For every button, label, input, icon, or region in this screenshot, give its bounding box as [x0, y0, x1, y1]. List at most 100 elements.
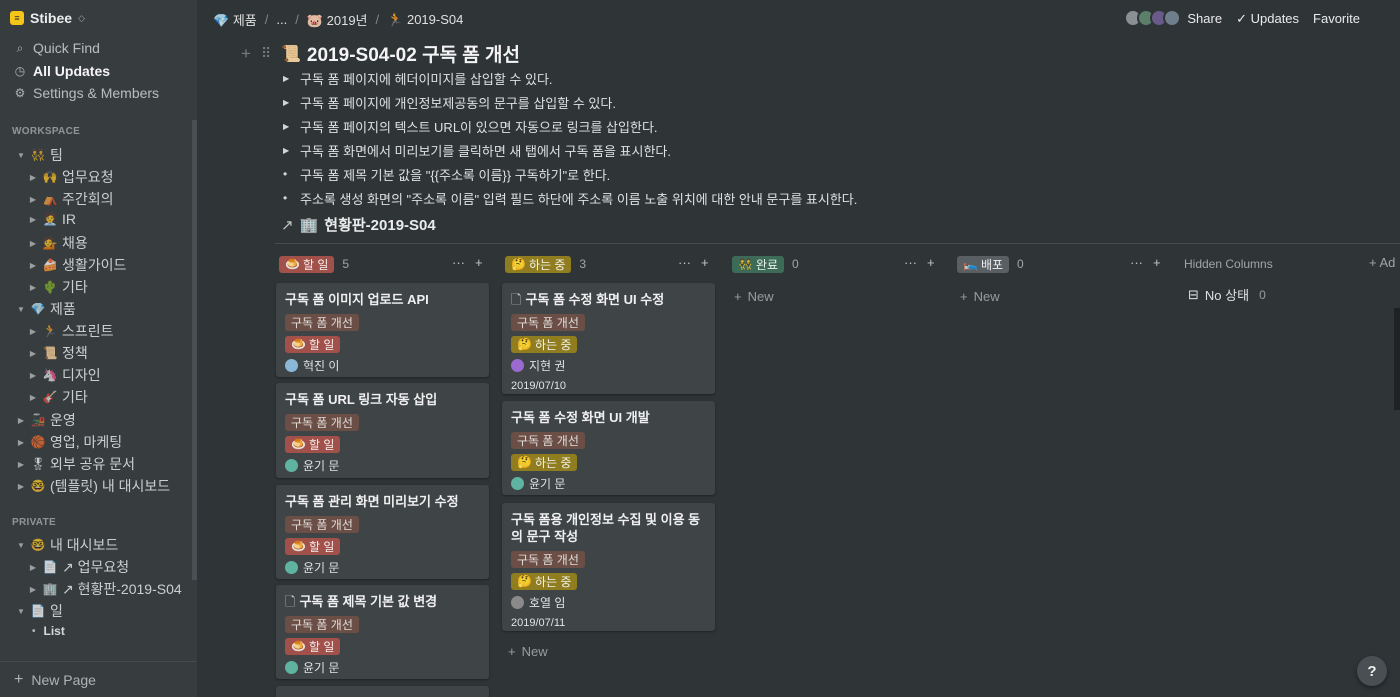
toggle-open-icon[interactable]: ▼ [16, 607, 26, 616]
toggle-closed-icon[interactable]: ▶ [28, 239, 38, 248]
sidebar-item-request[interactable]: ▶ 🙌 업무요청 [28, 167, 114, 187]
column-header-done[interactable]: 👯 완료 0 [732, 255, 799, 273]
sidebar-item-sprint[interactable]: ▶ 🏃 스프린트 [28, 321, 114, 341]
plus-icon[interactable]: + [927, 255, 935, 270]
toggle-block[interactable]: ▶ 구독 폼 페이지에 헤더이미지를 삽입할 수 있다. [283, 66, 857, 90]
all-updates-link[interactable]: ◷ All Updates [14, 63, 110, 79]
drag-handle-icon[interactable]: ⠿ [261, 45, 275, 62]
page-title[interactable]: 2019-S04-02 구독 폼 개선 [307, 40, 520, 67]
breadcrumb-item-2019[interactable]: 🐷 2019년 [307, 10, 368, 29]
more-icon[interactable]: ··· [1130, 255, 1143, 270]
sidebar-item-sales-marketing[interactable]: ▶ 🏀 영업, 마케팅 [16, 432, 122, 452]
sidebar-item-my-dashboard[interactable]: ▼ 🤓 내 대시보드 [16, 535, 118, 555]
toggle-block[interactable]: ▶ 구독 폼 화면에서 미리보기를 클릭하면 새 탭에서 구독 폼을 표시한다. [283, 138, 857, 162]
sidebar-item-template-dashboard[interactable]: ▶ 🤓 (템플릿) 내 대시보드 [16, 476, 170, 496]
sidebar-item-operations[interactable]: ▶ 🚂 운영 [16, 410, 76, 430]
help-button[interactable]: ? [1357, 656, 1387, 686]
new-card-button-deploy[interactable]: + New [960, 289, 1000, 304]
toggle-closed-icon[interactable]: ▶ [28, 349, 38, 358]
avatar [285, 560, 298, 574]
board-card[interactable]: 구독 폼용 개인정보 수집 및 이용 동의 문구 작성 구독 폼 개선 🤔 하는 … [502, 503, 715, 631]
toggle-closed-icon[interactable]: ▶ [16, 438, 26, 447]
toggle-closed-icon[interactable]: ▶ [28, 173, 38, 182]
sidebar-item-design[interactable]: ▶ 🦄 디자인 [28, 365, 101, 385]
page-icon[interactable]: 📜 [281, 44, 301, 64]
sidebar-item-policy[interactable]: ▶ 📜 정책 [28, 343, 88, 363]
new-label: New [521, 644, 548, 659]
sidebar-item-my-request[interactable]: ▶ 📄 ↗ 업무요청 [28, 557, 129, 577]
toggle-closed-icon[interactable]: ▶ [28, 215, 38, 224]
toggle-closed-icon[interactable]: ▶ [16, 482, 26, 491]
toggle-closed-icon[interactable]: ▶ [28, 585, 38, 594]
sidebar-item-weekly[interactable]: ▶ ⛺ 주간회의 [28, 189, 114, 209]
sidebar-item-list[interactable]: • List [32, 624, 65, 638]
new-card-button-done[interactable]: + New [734, 289, 774, 304]
more-icon[interactable]: ··· [678, 255, 691, 270]
bullet-block[interactable]: • 주소록 생성 화면의 "주소록 이름" 입력 필드 하단에 주소록 이름 노출… [283, 186, 857, 210]
hidden-column-no-status[interactable]: ⊟ No 상태 0 [1188, 285, 1266, 304]
sidebar-item-external-docs[interactable]: ▶ 🎖 외부 공유 문서 [16, 454, 135, 474]
sidebar-item-team[interactable]: ▼ 👯 팀 [16, 145, 63, 165]
board-card[interactable]: 구독 폼 관리 화면 미리보기 수정 구독 폼 개선 🍮 할 일 윤기 문 [276, 485, 489, 579]
plus-icon[interactable]: + [475, 255, 483, 270]
quick-find-link[interactable]: ⌕ Quick Find [14, 40, 100, 56]
toggle-triangle-icon[interactable]: ▶ [283, 146, 300, 155]
toggle-closed-icon[interactable]: ▶ [28, 563, 38, 572]
sidebar-item-hiring[interactable]: ▶ 💁 채용 [28, 233, 88, 253]
toggle-closed-icon[interactable]: ▶ [16, 416, 26, 425]
plus-icon[interactable]: + [701, 255, 709, 270]
bullet-block[interactable]: • 구독 폼 제목 기본 값을 "{{주소록 이름}} 구독하기"로 한다. [283, 162, 857, 186]
toggle-closed-icon[interactable]: ▶ [28, 393, 38, 402]
toggle-open-icon[interactable]: ▼ [16, 305, 26, 314]
toggle-block[interactable]: ▶ 구독 폼 페이지의 텍스트 URL이 있으면 자동으로 링크를 삽입한다. [283, 114, 857, 138]
more-icon[interactable]: ··· [452, 255, 465, 270]
sidebar-item-life-guide[interactable]: ▶ 🍰 생활가이드 [28, 255, 126, 275]
sidebar-item-team-etc[interactable]: ▶ 🌵 기타 [28, 277, 88, 297]
board-card-partial[interactable] [276, 686, 489, 697]
toggle-triangle-icon[interactable]: ▶ [283, 74, 300, 83]
toggle-open-icon[interactable]: ▼ [16, 151, 26, 160]
board-card[interactable]: 🗋 구독 폼 수정 화면 UI 수정 구독 폼 개선 🤔 하는 중 지현 권 201… [502, 283, 715, 394]
toggle-open-icon[interactable]: ▼ [16, 541, 26, 550]
board-card[interactable]: 🗋 구독 폼 제목 기본 값 변경 구독 폼 개선 🍮 할 일 윤기 문 [276, 585, 489, 679]
toggle-closed-icon[interactable]: ▶ [28, 261, 38, 270]
share-button[interactable]: Share [1187, 11, 1222, 27]
assignee-name: 지현 권 [529, 358, 566, 373]
sidebar-scrollbar[interactable] [192, 120, 197, 580]
collaborator-avatars[interactable] [1124, 9, 1181, 27]
add-block-icon[interactable]: + [241, 44, 255, 64]
board-scrollbar[interactable] [1394, 308, 1400, 410]
sidebar-item-product[interactable]: ▼ 💎 제품 [16, 299, 76, 319]
breadcrumb-item-product[interactable]: 💎 제품 [213, 10, 257, 29]
toggle-block[interactable]: ▶ 구독 폼 페이지에 개인정보제공동의 문구를 삽입할 수 있다. [283, 90, 857, 114]
add-column-button[interactable]: + Ad [1369, 255, 1395, 270]
column-header-deploy[interactable]: 🛌 배포 0 [957, 255, 1024, 273]
sidebar-item-ir[interactable]: ▶ 🧑‍💼 IR [28, 211, 76, 227]
breadcrumb-item-ellipsis[interactable]: ... [276, 12, 287, 27]
board-card[interactable]: 구독 폼 이미지 업로드 API 구독 폼 개선 🍮 할 일 혁진 이 [276, 283, 489, 377]
sidebar-item-il[interactable]: ▼ 📄 일 [16, 601, 63, 621]
plus-icon[interactable]: + [1153, 255, 1161, 270]
toggle-closed-icon[interactable]: ▶ [28, 195, 38, 204]
column-header-todo[interactable]: 🍮 할 일 5 [279, 255, 349, 273]
board-card[interactable]: 구독 폼 URL 링크 자동 삽입 구독 폼 개선 🍮 할 일 윤기 문 [276, 383, 489, 478]
column-header-doing[interactable]: 🤔 하는 중 3 [505, 255, 586, 273]
toggle-triangle-icon[interactable]: ▶ [283, 98, 300, 107]
favorite-button[interactable]: Favorite [1313, 11, 1360, 27]
sidebar-item-product-etc[interactable]: ▶ 🎸 기타 [28, 387, 88, 407]
settings-members-link[interactable]: ⚙ Settings & Members [14, 85, 159, 101]
toggle-triangle-icon[interactable]: ▶ [283, 122, 300, 131]
new-page-button[interactable]: + New Page [0, 661, 197, 697]
sidebar-item-my-status-board[interactable]: ▶ 🏢 ↗ 현황판-2019-S04 [28, 579, 182, 599]
new-card-button-doing[interactable]: + New [508, 644, 548, 659]
toggle-closed-icon[interactable]: ▶ [28, 371, 38, 380]
workspace-switcher[interactable]: ≡ Stibee ◇ [10, 10, 85, 26]
toggle-closed-icon[interactable]: ▶ [28, 327, 38, 336]
toggle-closed-icon[interactable]: ▶ [28, 283, 38, 292]
toggle-closed-icon[interactable]: ▶ [16, 460, 26, 469]
board-card[interactable]: 구독 폼 수정 화면 UI 개발 구독 폼 개선 🤔 하는 중 윤기 문 [502, 401, 715, 495]
breadcrumb-item-sprint[interactable]: 🏃 2019-S04 [387, 12, 463, 28]
linked-database-title[interactable]: ↗ 🏢 현황판-2019-S04 [281, 214, 436, 235]
updates-button[interactable]: ✓ Updates [1236, 11, 1299, 27]
more-icon[interactable]: ··· [904, 255, 917, 270]
